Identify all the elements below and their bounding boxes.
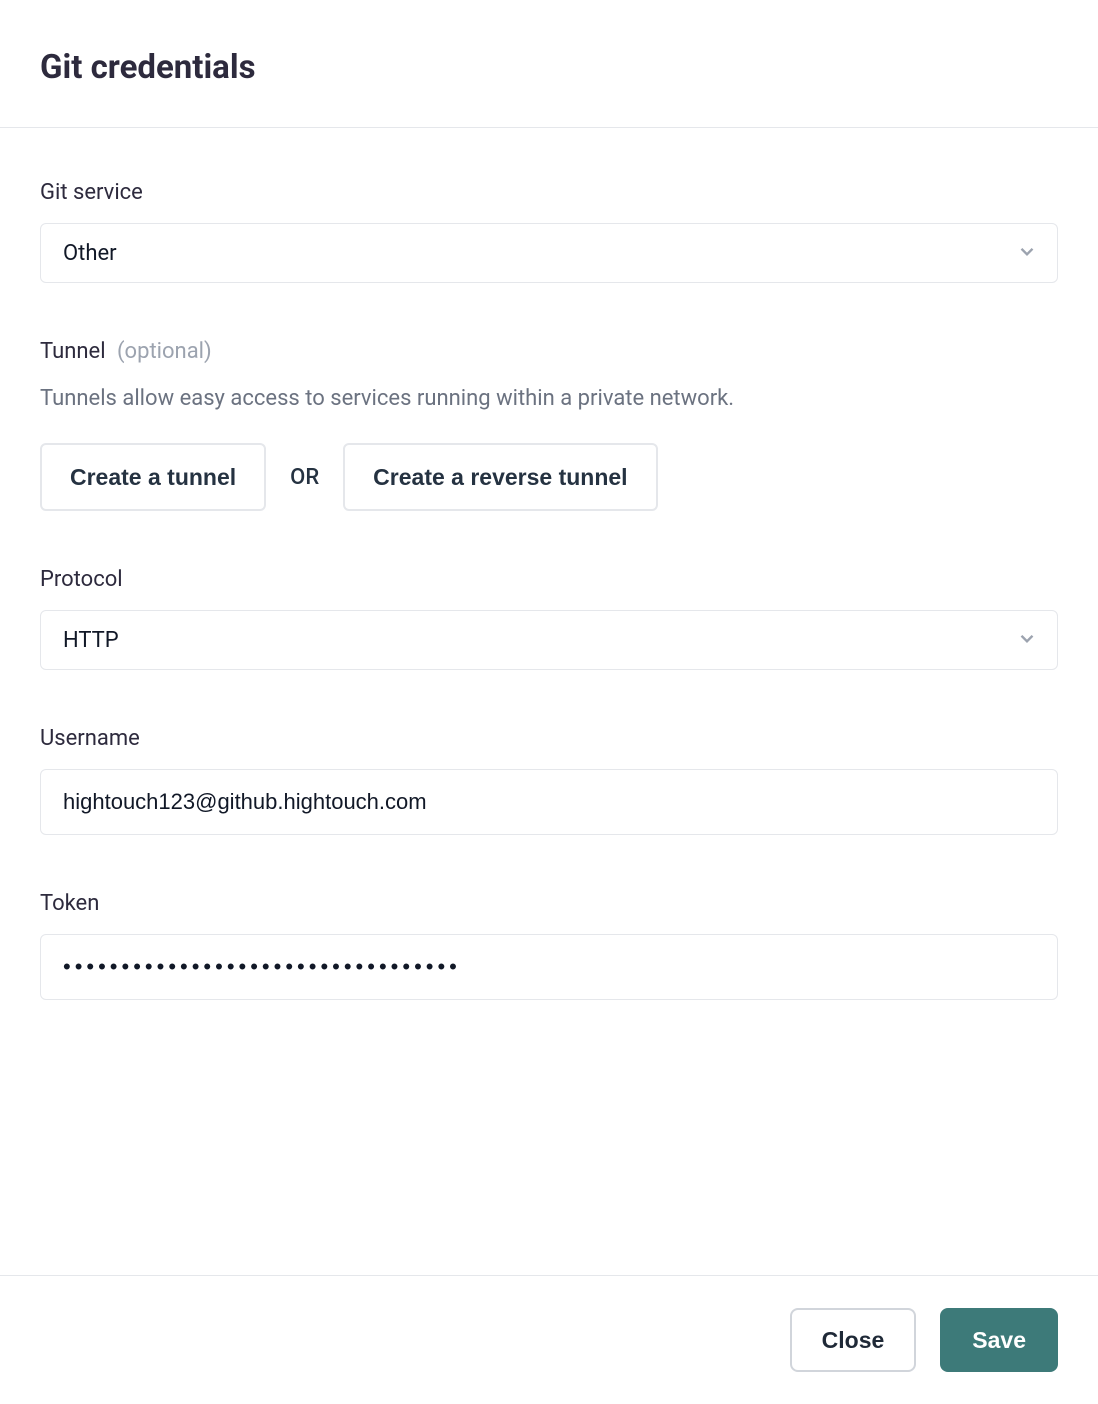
close-button[interactable]: Close <box>790 1308 917 1372</box>
save-button[interactable]: Save <box>940 1308 1058 1372</box>
tunnel-button-row: Create a tunnel OR Create a reverse tunn… <box>40 443 1058 511</box>
tunnel-field: Tunnel (optional) Tunnels allow easy acc… <box>40 339 1058 511</box>
create-reverse-tunnel-button[interactable]: Create a reverse tunnel <box>343 443 657 511</box>
git-service-select-wrap: Other <box>40 223 1058 283</box>
username-input[interactable] <box>40 769 1058 835</box>
git-service-value: Other <box>63 241 117 266</box>
username-label: Username <box>40 726 1058 751</box>
tunnel-label-text: Tunnel <box>40 339 106 364</box>
token-label: Token <box>40 891 1058 916</box>
protocol-value: HTTP <box>63 628 119 653</box>
tunnel-optional-text: (optional) <box>117 339 212 364</box>
username-field: Username <box>40 726 1058 835</box>
token-input[interactable] <box>40 934 1058 1000</box>
protocol-field: Protocol HTTP <box>40 567 1058 670</box>
protocol-select[interactable]: HTTP <box>40 610 1058 670</box>
tunnel-or-text: OR <box>290 465 319 490</box>
protocol-label: Protocol <box>40 567 1058 592</box>
page-title: Git credentials <box>40 48 1058 87</box>
git-service-select[interactable]: Other <box>40 223 1058 283</box>
git-service-field: Git service Other <box>40 180 1058 283</box>
tunnel-helper: Tunnels allow easy access to services ru… <box>40 382 1058 415</box>
dialog-footer: Close Save <box>0 1275 1098 1404</box>
dialog-content: Git service Other Tunnel (optional) Tunn… <box>0 128 1098 1096</box>
dialog-header: Git credentials <box>0 0 1098 128</box>
protocol-select-wrap: HTTP <box>40 610 1058 670</box>
git-service-label: Git service <box>40 180 1058 205</box>
create-tunnel-button[interactable]: Create a tunnel <box>40 443 266 511</box>
tunnel-label: Tunnel (optional) <box>40 339 1058 364</box>
token-field: Token <box>40 891 1058 1000</box>
